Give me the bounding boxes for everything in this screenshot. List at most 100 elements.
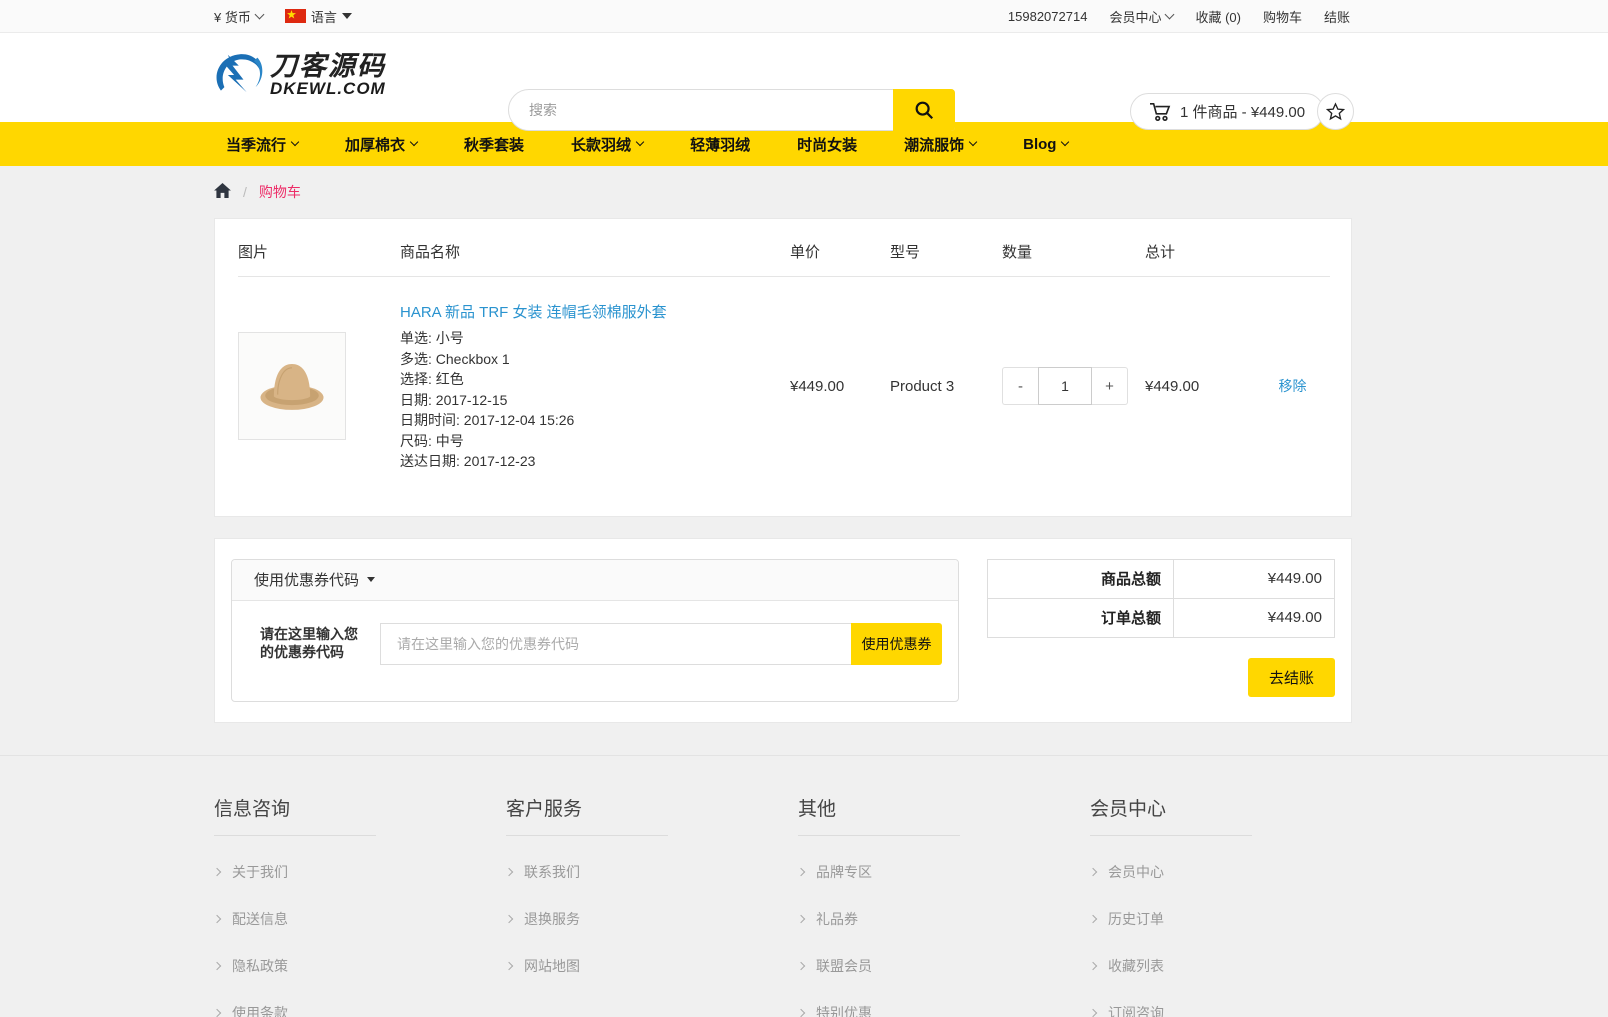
footer-link-affiliates[interactable]: 联盟会员 bbox=[798, 956, 1090, 976]
nav-item-blog[interactable]: Blog bbox=[1023, 136, 1115, 153]
home-link[interactable] bbox=[214, 183, 231, 201]
wishlist-link[interactable]: 收藏 (0) bbox=[1195, 7, 1241, 26]
home-icon bbox=[214, 183, 231, 198]
product-attribute: 尺码: 中号 bbox=[400, 431, 790, 452]
chevron-right-icon bbox=[213, 1008, 221, 1016]
chevron-down-icon bbox=[410, 138, 418, 146]
chevron-right-icon bbox=[505, 867, 513, 875]
footer-link-brands[interactable]: 品牌专区 bbox=[798, 862, 1090, 882]
footer-link-order-history[interactable]: 历史订单 bbox=[1090, 909, 1382, 929]
coupon-code-input[interactable] bbox=[380, 623, 851, 665]
footer-col-customer-service: 客户服务 联系我们 退换服务 网站地图 bbox=[506, 794, 798, 1017]
caret-down-icon bbox=[367, 577, 375, 582]
col-header-unit-price: 单价 bbox=[790, 225, 890, 277]
footer-link-about[interactable]: 关于我们 bbox=[214, 862, 506, 882]
footer-link-terms[interactable]: 使用条款 bbox=[214, 1003, 506, 1017]
chevron-right-icon bbox=[1089, 1008, 1097, 1016]
footer-link-wishlist[interactable]: 收藏列表 bbox=[1090, 956, 1382, 976]
cart-panel: 图片 商品名称 单价 型号 数量 总计 bbox=[214, 218, 1352, 517]
quantity-increase-button[interactable]: + bbox=[1092, 367, 1128, 405]
chevron-right-icon bbox=[797, 867, 805, 875]
quantity-decrease-button[interactable]: - bbox=[1002, 367, 1038, 405]
chevron-down-icon bbox=[1165, 9, 1175, 19]
footer-col-my-account: 会员中心 会员中心 历史订单 收藏列表 订阅咨询 bbox=[1090, 794, 1382, 1017]
nav-item-autumn-sets[interactable]: 秋季套装 bbox=[464, 134, 571, 155]
chevron-right-icon bbox=[505, 914, 513, 922]
footer: 信息咨询 关于我们 配送信息 隐私政策 使用条款 客户服务 联系我们 退换服务 … bbox=[0, 755, 1608, 1017]
checkout-panel: 使用优惠券代码 请在这里输入您的优惠券代码 使用优惠券 商品总额 ¥449.00… bbox=[214, 538, 1352, 723]
breadcrumb: / 购物车 bbox=[0, 166, 1608, 218]
chevron-right-icon bbox=[797, 1008, 805, 1016]
quantity-input[interactable] bbox=[1038, 367, 1092, 405]
totals-label: 订单总额 bbox=[988, 598, 1174, 637]
chevron-right-icon bbox=[1089, 961, 1097, 969]
footer-link-sitemap[interactable]: 网站地图 bbox=[506, 956, 798, 976]
footer-col-title: 其他 bbox=[798, 794, 1090, 835]
remove-item-link[interactable]: 移除 bbox=[1279, 378, 1307, 394]
nav-item-fashion-women[interactable]: 时尚女装 bbox=[797, 134, 904, 155]
search-bar bbox=[508, 89, 955, 131]
footer-link-gift-vouchers[interactable]: 礼品券 bbox=[798, 909, 1090, 929]
nav-item-light-down[interactable]: 轻薄羽绒 bbox=[690, 134, 797, 155]
straw-hat-image bbox=[249, 343, 335, 429]
nav-item-seasonal-trends[interactable]: 当季流行 bbox=[226, 134, 345, 155]
breadcrumb-cart[interactable]: 购物车 bbox=[259, 182, 301, 202]
product-attribute: 日期: 2017-12-15 bbox=[400, 390, 790, 411]
totals-row: 订单总额 ¥449.00 bbox=[988, 598, 1335, 637]
currency-label: ¥ 货币 bbox=[214, 7, 251, 26]
nav-item-long-down[interactable]: 长款羽绒 bbox=[571, 134, 690, 155]
line-total: ¥449.00 bbox=[1145, 277, 1255, 496]
topbar: ¥ 货币 语言 15982072714 会员中心 收藏 (0) 购物车 结账 bbox=[0, 0, 1608, 33]
apply-coupon-button[interactable]: 使用优惠券 bbox=[851, 623, 942, 665]
chevron-right-icon bbox=[1089, 867, 1097, 875]
footer-link-returns[interactable]: 退换服务 bbox=[506, 909, 798, 929]
chevron-right-icon bbox=[797, 961, 805, 969]
product-attribute: 多选: Checkbox 1 bbox=[400, 349, 790, 370]
search-button[interactable] bbox=[893, 89, 955, 131]
footer-link-contact[interactable]: 联系我们 bbox=[506, 862, 798, 882]
site-logo[interactable]: 刀客源码 DKEWL.COM bbox=[214, 47, 386, 103]
footer-link-privacy[interactable]: 隐私政策 bbox=[214, 956, 506, 976]
logo-swoosh-icon bbox=[214, 47, 266, 103]
footer-link-newsletter[interactable]: 订阅咨询 bbox=[1090, 1003, 1382, 1017]
footer-col-information: 信息咨询 关于我们 配送信息 隐私政策 使用条款 bbox=[214, 794, 506, 1017]
coupon-accordion-header[interactable]: 使用优惠券代码 bbox=[232, 560, 958, 601]
divider bbox=[1090, 835, 1252, 836]
footer-link-my-account[interactable]: 会员中心 bbox=[1090, 862, 1382, 882]
cart-link[interactable]: 购物车 bbox=[1263, 7, 1302, 26]
footer-col-title: 会员中心 bbox=[1090, 794, 1382, 835]
chevron-down-icon bbox=[636, 138, 644, 146]
footer-link-delivery[interactable]: 配送信息 bbox=[214, 909, 506, 929]
coupon-header-label: 使用优惠券代码 bbox=[254, 569, 359, 590]
wishlist-button[interactable] bbox=[1317, 93, 1354, 130]
currency-selector[interactable]: ¥ 货币 bbox=[214, 7, 263, 26]
footer-link-specials[interactable]: 特别优惠 bbox=[798, 1003, 1090, 1017]
checkout-button[interactable]: 去结账 bbox=[1248, 658, 1335, 697]
product-title-link[interactable]: HARA 新品 TRF 女装 连帽毛领棉服外套 bbox=[400, 301, 667, 322]
divider bbox=[506, 835, 668, 836]
footer-col-title: 信息咨询 bbox=[214, 794, 506, 835]
chevron-right-icon bbox=[213, 867, 221, 875]
member-center-menu[interactable]: 会员中心 bbox=[1109, 7, 1173, 26]
header-cart-summary[interactable]: 1 件商品 - ¥449.00 bbox=[1130, 93, 1324, 130]
search-icon bbox=[913, 99, 935, 121]
cart-row: HARA 新品 TRF 女装 连帽毛领棉服外套 单选: 小号 多选: Check… bbox=[238, 277, 1330, 496]
product-attribute: 送达日期: 2017-12-23 bbox=[400, 451, 790, 472]
footer-col-title: 客户服务 bbox=[506, 794, 798, 835]
breadcrumb-separator: / bbox=[243, 184, 247, 200]
star-icon bbox=[1326, 102, 1345, 121]
coupon-accordion: 使用优惠券代码 请在这里输入您的优惠券代码 使用优惠券 bbox=[231, 559, 959, 702]
nav-item-thick-cotton[interactable]: 加厚棉衣 bbox=[345, 134, 464, 155]
chevron-down-icon bbox=[969, 138, 977, 146]
language-selector[interactable]: 语言 bbox=[285, 7, 352, 26]
totals-label: 商品总额 bbox=[988, 559, 1174, 598]
search-input[interactable] bbox=[509, 90, 893, 130]
nav-item-trendy-apparel[interactable]: 潮流服饰 bbox=[904, 134, 1023, 155]
china-flag-icon bbox=[285, 9, 306, 23]
product-image[interactable] bbox=[238, 332, 346, 440]
order-totals: 商品总额 ¥449.00 订单总额 ¥449.00 去结账 bbox=[987, 559, 1335, 702]
totals-value: ¥449.00 bbox=[1174, 559, 1335, 598]
chevron-down-icon bbox=[254, 9, 264, 19]
checkout-link[interactable]: 结账 bbox=[1324, 7, 1350, 26]
unit-price: ¥449.00 bbox=[790, 277, 890, 496]
